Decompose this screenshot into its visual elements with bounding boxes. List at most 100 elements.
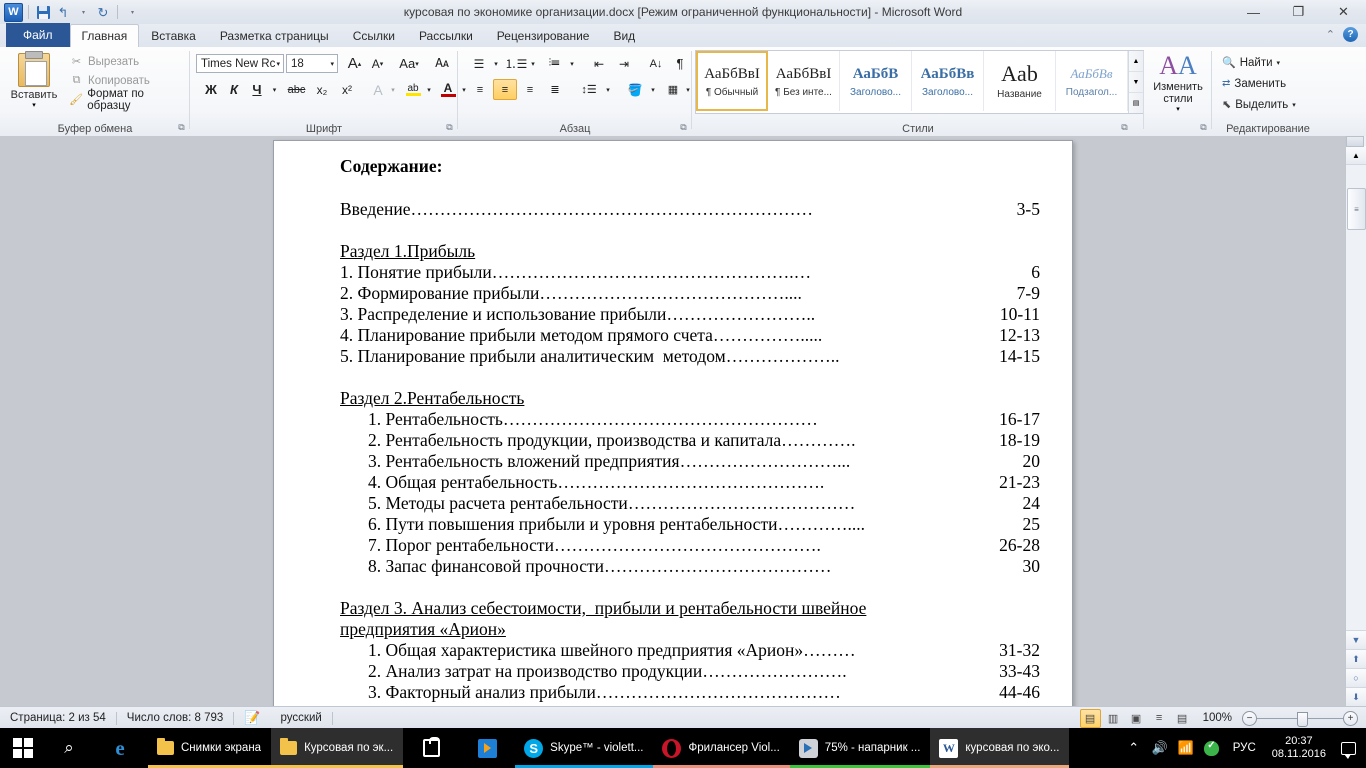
paragraph-dialog-launcher[interactable]: ⧉ bbox=[678, 122, 689, 133]
view-full-screen-reading[interactable]: ▥ bbox=[1103, 709, 1124, 728]
taskbar-item-word[interactable]: W курсовая по эко... bbox=[930, 728, 1070, 768]
tab-mailings[interactable]: Рассылки bbox=[407, 24, 485, 47]
taskbar-item-player[interactable]: 75% - напарник ... bbox=[789, 728, 931, 768]
shrink-font-button[interactable]: A ▾ bbox=[366, 53, 389, 74]
zoom-out-button[interactable]: − bbox=[1242, 710, 1257, 726]
style-item-no-spacing[interactable]: АаБбВвI ¶ Без инте... bbox=[768, 51, 840, 111]
scroll-down-button[interactable]: ▼ bbox=[1346, 630, 1366, 649]
justify-icon[interactable]: ≣ bbox=[543, 79, 567, 100]
select-dropdown-icon[interactable]: ▾ bbox=[1292, 101, 1296, 109]
find-button[interactable]: 🔍 Найти ▾ bbox=[1218, 52, 1300, 73]
highlight-dropdown-icon[interactable]: ▾ bbox=[423, 79, 435, 100]
style-item-subtitle[interactable]: АаБбВв Подзагол... bbox=[1056, 51, 1128, 111]
tab-review[interactable]: Рецензирование bbox=[485, 24, 602, 47]
font-name-input[interactable]: Times New Rc ▾ bbox=[196, 54, 284, 73]
word-count[interactable]: Число слов: 8 793 bbox=[117, 709, 234, 727]
select-browse-object-button[interactable]: ○ bbox=[1346, 668, 1366, 687]
clipboard-dialog-launcher[interactable]: ⧉ bbox=[176, 122, 187, 133]
clock[interactable]: 20:37 08.11.2016 bbox=[1264, 728, 1334, 768]
browse-previous-button[interactable]: ⬆ bbox=[1346, 649, 1366, 668]
paste-dropdown-icon[interactable]: ▾ bbox=[6, 101, 62, 109]
taskbar-item-opera[interactable]: Фрилансер Viol... bbox=[653, 728, 790, 768]
styles-gallery-scrollbar[interactable]: ▲ ▼ ▤ bbox=[1128, 51, 1143, 113]
language-indicator[interactable]: РУС bbox=[1225, 728, 1264, 768]
styles-dialog-launcher[interactable]: ⧉ bbox=[1119, 122, 1130, 133]
subscript-button[interactable]: x₂ bbox=[310, 79, 334, 100]
decrease-indent-icon[interactable]: ⇤ bbox=[587, 53, 611, 74]
bold-button[interactable]: Ж bbox=[200, 79, 222, 100]
document-content[interactable]: Содержание: Введение …………………………………………………… bbox=[340, 156, 1040, 703]
italic-button[interactable]: К bbox=[223, 79, 245, 100]
view-draft[interactable]: ▤ bbox=[1172, 709, 1193, 728]
superscript-button[interactable]: x² bbox=[335, 79, 359, 100]
underline-dropdown-icon[interactable]: ▾ bbox=[268, 79, 281, 100]
text-effects-icon[interactable]: A bbox=[368, 79, 388, 100]
show-hidden-icons-button[interactable]: ⌃ bbox=[1121, 728, 1147, 768]
taskbar-item-store[interactable] bbox=[403, 728, 459, 768]
browse-next-button[interactable]: ⬇ bbox=[1346, 687, 1366, 706]
style-item-title[interactable]: Aab Название bbox=[984, 51, 1056, 111]
taskbar-item-skype[interactable]: S Skype™ - violett... bbox=[515, 728, 654, 768]
taskbar-item-edge[interactable]: e bbox=[92, 728, 148, 768]
taskbar-item-screenshots[interactable]: Снимки экрана bbox=[148, 728, 272, 768]
start-button[interactable] bbox=[0, 728, 46, 768]
grow-font-button[interactable]: A ▴ bbox=[343, 53, 366, 74]
taskbar-item-coursework-folder[interactable]: Курсовая по эк... bbox=[271, 728, 404, 768]
tab-insert[interactable]: Вставка bbox=[139, 24, 208, 47]
tab-references[interactable]: Ссылки bbox=[341, 24, 407, 47]
zoom-level[interactable]: 100% bbox=[1195, 712, 1240, 724]
tab-page-layout[interactable]: Разметка страницы bbox=[208, 24, 341, 47]
font-dialog-launcher[interactable]: ⧉ bbox=[444, 122, 455, 133]
style-item-heading2[interactable]: АаБбВв Заголово... bbox=[912, 51, 984, 111]
change-styles-dialog-launcher[interactable]: ⧉ bbox=[1198, 122, 1209, 133]
styles-scroll-up-icon[interactable]: ▲ bbox=[1129, 51, 1143, 72]
bullets-dropdown-icon[interactable]: ▾ bbox=[490, 53, 502, 74]
view-web-layout[interactable]: ▣ bbox=[1126, 709, 1147, 728]
change-case-button[interactable]: Aa ▾ bbox=[394, 53, 424, 74]
bullet-list-icon[interactable]: ☰ bbox=[468, 53, 490, 74]
network-icon[interactable]: 📶 bbox=[1173, 728, 1199, 768]
language-indicator[interactable]: русский bbox=[271, 709, 332, 727]
minimize-button[interactable]: — bbox=[1231, 0, 1276, 24]
shading-dropdown-icon[interactable]: ▾ bbox=[647, 79, 659, 100]
vertical-scrollbar[interactable]: ▲ ≡ ▼ ⬆ ○ ⬇ bbox=[1345, 136, 1366, 706]
multilevel-dropdown-icon[interactable]: ▾ bbox=[566, 53, 578, 74]
zoom-thumb[interactable] bbox=[1297, 711, 1308, 727]
styles-more-icon[interactable]: ▤ bbox=[1129, 93, 1143, 113]
numbered-list-icon[interactable]: ⒈☰ bbox=[505, 53, 528, 74]
zoom-slider[interactable]: − + bbox=[1242, 710, 1358, 727]
view-print-layout[interactable]: ▤ bbox=[1079, 708, 1101, 728]
font-color-icon[interactable]: A bbox=[437, 79, 459, 100]
change-styles-button[interactable]: AA Изменить стили ▾ bbox=[1146, 51, 1210, 113]
find-dropdown-icon[interactable]: ▾ bbox=[1277, 59, 1281, 67]
styles-scroll-down-icon[interactable]: ▼ bbox=[1129, 72, 1143, 93]
strikethrough-button[interactable]: abc bbox=[284, 79, 309, 100]
numbering-dropdown-icon[interactable]: ▾ bbox=[527, 53, 539, 74]
align-center-icon[interactable]: ≡ bbox=[493, 79, 517, 100]
style-item-normal[interactable]: АаБбВвI ¶ Обычный bbox=[696, 51, 768, 111]
highlight-color-icon[interactable]: ab bbox=[402, 79, 424, 100]
text-effects-dropdown-icon[interactable]: ▾ bbox=[387, 79, 399, 100]
borders-icon[interactable]: ▦ bbox=[662, 79, 684, 100]
split-window-handle[interactable] bbox=[1346, 136, 1364, 147]
scroll-up-button[interactable]: ▲ bbox=[1346, 146, 1366, 165]
multilevel-list-icon[interactable]: ⫶☰ bbox=[542, 53, 566, 74]
proofing-icon[interactable]: 📝 bbox=[234, 709, 270, 727]
tab-view[interactable]: Вид bbox=[601, 24, 647, 47]
close-button[interactable]: ✕ bbox=[1321, 0, 1366, 24]
line-spacing-dropdown-icon[interactable]: ▾ bbox=[602, 79, 614, 100]
sort-icon[interactable]: A↓ bbox=[644, 53, 668, 74]
paste-button[interactable]: Вставить ▾ bbox=[6, 51, 62, 113]
replace-button[interactable]: ⇄ Заменить bbox=[1218, 73, 1300, 94]
zoom-in-button[interactable]: + bbox=[1343, 710, 1358, 726]
view-outline[interactable]: ≡ bbox=[1149, 709, 1170, 728]
line-spacing-icon[interactable]: ↕☰ bbox=[576, 79, 602, 100]
increase-indent-icon[interactable]: ⇥ bbox=[612, 53, 636, 74]
show-formatting-marks-icon[interactable]: ¶ bbox=[670, 53, 690, 74]
maximize-button[interactable]: ❐ bbox=[1276, 0, 1321, 24]
tab-home[interactable]: Главная bbox=[69, 24, 140, 48]
taskbar-item-movies[interactable] bbox=[459, 728, 515, 768]
zoom-track[interactable] bbox=[1257, 711, 1343, 727]
document-area[interactable]: Содержание: Введение …………………………………………………… bbox=[0, 136, 1346, 706]
style-item-heading1[interactable]: АаБбВ Заголово... bbox=[840, 51, 912, 111]
